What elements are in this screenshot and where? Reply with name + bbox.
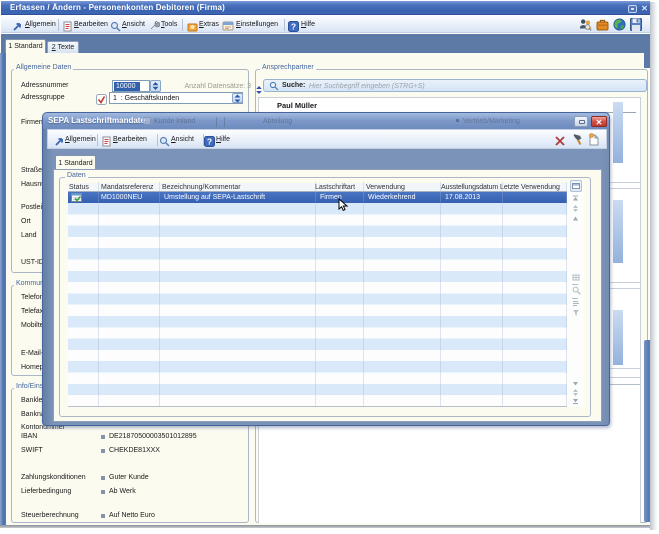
svg-text:?: ? <box>207 137 212 147</box>
svg-text:?: ? <box>291 22 296 32</box>
